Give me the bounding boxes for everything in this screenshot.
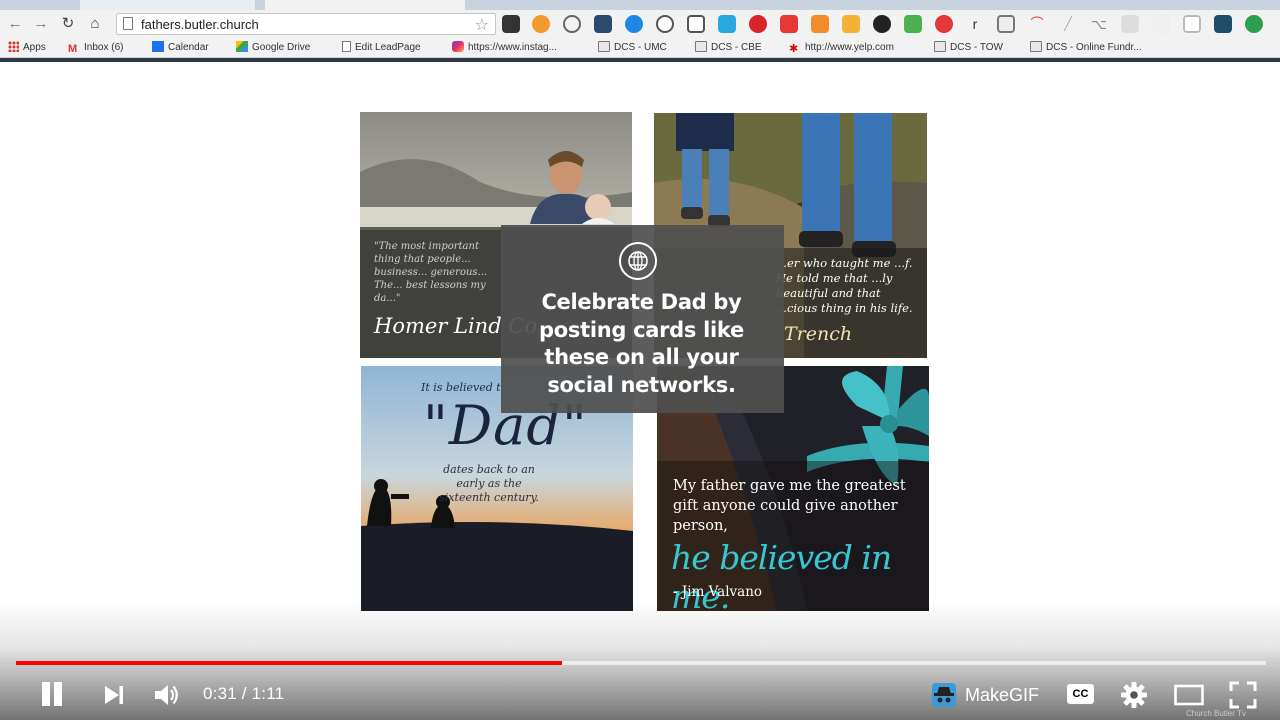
- bookmark-apps[interactable]: Apps: [8, 41, 46, 55]
- bookmark-google-drive[interactable]: Google Drive: [236, 41, 310, 55]
- browser-tab-active[interactable]: [265, 0, 465, 10]
- extension-yellow-icon[interactable]: [842, 15, 860, 33]
- card-signature: - Jim Valvano: [673, 584, 763, 600]
- bookmark-dcs-cbe[interactable]: DCS - CBE: [695, 41, 762, 55]
- address-url[interactable]: fathers.butler.church: [141, 17, 259, 32]
- page-icon: [123, 17, 133, 30]
- bookmark-calendar[interactable]: Calendar: [152, 41, 209, 55]
- channel-watermark: Church Butler Tv: [1186, 709, 1246, 718]
- gmail-icon: M: [68, 43, 78, 55]
- extension-green-icon[interactable]: [904, 15, 922, 33]
- browser-tab[interactable]: [80, 0, 255, 10]
- extension-feed-icon[interactable]: [811, 15, 829, 33]
- extension-cyan-icon[interactable]: [718, 15, 736, 33]
- extension-shield-icon[interactable]: [502, 15, 520, 33]
- bookmarks-bar: Apps M Inbox (6) Calendar Google Drive Ed…: [0, 38, 1280, 58]
- forward-icon[interactable]: →: [30, 13, 52, 35]
- screen: ← → ↻ ⌂ fathers.butler.church ☆ r ⌒ ╱ ⌥: [0, 0, 1280, 720]
- bookmark-label: Google Drive: [252, 42, 311, 53]
- bookmark-dcs-umc[interactable]: DCS - UMC: [598, 41, 667, 55]
- volume-icon[interactable]: [152, 681, 180, 709]
- globe-icon: [619, 242, 657, 280]
- pinterest-icon[interactable]: [749, 15, 767, 33]
- time-display: 0:31 / 1:11: [203, 684, 285, 703]
- extension-cast-icon[interactable]: [687, 15, 705, 33]
- calendar-icon: [152, 41, 164, 52]
- reload-icon[interactable]: ↻: [57, 13, 79, 35]
- bookmark-label: https://www.instag...: [468, 42, 557, 53]
- theater-mode-icon[interactable]: [1174, 684, 1204, 706]
- extension-green-circle-icon[interactable]: [1245, 15, 1263, 33]
- settings-gear-icon[interactable]: [1120, 681, 1148, 709]
- bookmark-label: Edit LeadPage: [355, 42, 421, 53]
- extension-tree-icon[interactable]: ⌥: [1090, 15, 1108, 33]
- pause-bar-left: [42, 682, 50, 706]
- bookmark-dcs-online-fundraising[interactable]: DCS - Online Fundr...: [1030, 41, 1142, 55]
- extension-link-icon[interactable]: [656, 15, 674, 33]
- extension-wave-icon[interactable]: ⌒: [1028, 15, 1046, 33]
- bookmark-label: DCS - Online Fundr...: [1046, 42, 1142, 53]
- back-icon[interactable]: ←: [4, 13, 26, 35]
- yelp-icon: ✱: [789, 43, 799, 55]
- bookmark-yelp[interactable]: ✱ http://www.yelp.com: [789, 41, 894, 55]
- card-quote: My father gave me the greatest gift anyo…: [673, 478, 906, 534]
- card-subtext: dates back to an early as the sixteenth …: [439, 463, 539, 504]
- extension-blue-icon[interactable]: [625, 15, 643, 33]
- bookmark-label: DCS - TOW: [950, 42, 1003, 53]
- bookmark-edit-leadpage[interactable]: Edit LeadPage: [342, 41, 421, 55]
- extension-gray-icon[interactable]: [1121, 15, 1139, 33]
- browser-toolbar: ← → ↻ ⌂ fathers.butler.church ☆ r ⌒ ╱ ⌥: [0, 10, 1280, 38]
- progress-bar[interactable]: [16, 661, 1266, 665]
- makegif-hat-icon: [932, 683, 956, 707]
- makegif-label: MakeGIF: [965, 685, 1040, 705]
- pause-icon[interactable]: [40, 682, 64, 706]
- pause-bar-right: [54, 682, 62, 706]
- extension-square-icon[interactable]: [997, 15, 1015, 33]
- bookmark-label: Apps: [23, 42, 46, 53]
- card-quote: ...er who taught me ...f. He told me tha…: [776, 256, 913, 315]
- extension-outline-icon[interactable]: [1183, 15, 1201, 33]
- site-header-bar: [0, 58, 1280, 62]
- extension-stop-icon[interactable]: [935, 15, 953, 33]
- address-bar[interactable]: fathers.butler.church ☆: [116, 13, 496, 35]
- callout-message: Celebrate Dad by posting cards like thes…: [539, 290, 744, 397]
- extension-pen-icon[interactable]: ╱: [1059, 15, 1077, 33]
- bookmark-star-icon[interactable]: ☆: [475, 15, 489, 35]
- folder-icon: [598, 41, 610, 52]
- apps-grid-icon: [8, 41, 19, 52]
- extension-red-icon[interactable]: [780, 15, 798, 33]
- folder-icon: [934, 41, 946, 52]
- card-signature: Trench: [784, 323, 853, 345]
- bookmark-label: DCS - UMC: [614, 42, 667, 53]
- bookmark-label: http://www.yelp.com: [805, 42, 894, 53]
- callout-overlay: Celebrate Dad by posting cards like thes…: [501, 225, 784, 413]
- bookmark-inbox[interactable]: M Inbox (6): [68, 41, 123, 55]
- card-lead-text: It is believed t: [421, 381, 501, 394]
- folder-icon: [695, 41, 707, 52]
- extension-calculator-icon[interactable]: [594, 15, 612, 33]
- folder-icon: [1030, 41, 1042, 52]
- fullscreen-icon[interactable]: [1229, 681, 1257, 709]
- bookmark-instagram[interactable]: https://www.instag...: [452, 41, 557, 55]
- home-icon[interactable]: ⌂: [84, 13, 106, 35]
- instagram-icon: [452, 41, 464, 52]
- bookmark-label: Calendar: [168, 42, 209, 53]
- captions-icon[interactable]: CC: [1067, 684, 1094, 704]
- extension-pin-icon[interactable]: [563, 15, 581, 33]
- played-bar: [16, 661, 562, 665]
- extension-blank-icon[interactable]: [1152, 15, 1170, 33]
- browser-tabstrip: [0, 0, 1280, 10]
- bookmark-label: Inbox (6): [84, 42, 124, 53]
- drive-icon: [236, 41, 248, 52]
- extension-orange-icon[interactable]: [532, 15, 550, 33]
- bookmark-dcs-tow[interactable]: DCS - TOW: [934, 41, 1003, 55]
- card-quote: "The most important thing that people...…: [374, 241, 488, 304]
- bookmark-label: DCS - CBE: [711, 42, 762, 53]
- extension-dark-icon[interactable]: [1214, 15, 1232, 33]
- extension-hat-icon[interactable]: [873, 15, 891, 33]
- next-icon[interactable]: [103, 685, 125, 705]
- page-icon: [342, 41, 351, 52]
- extension-r-icon[interactable]: r: [966, 15, 984, 33]
